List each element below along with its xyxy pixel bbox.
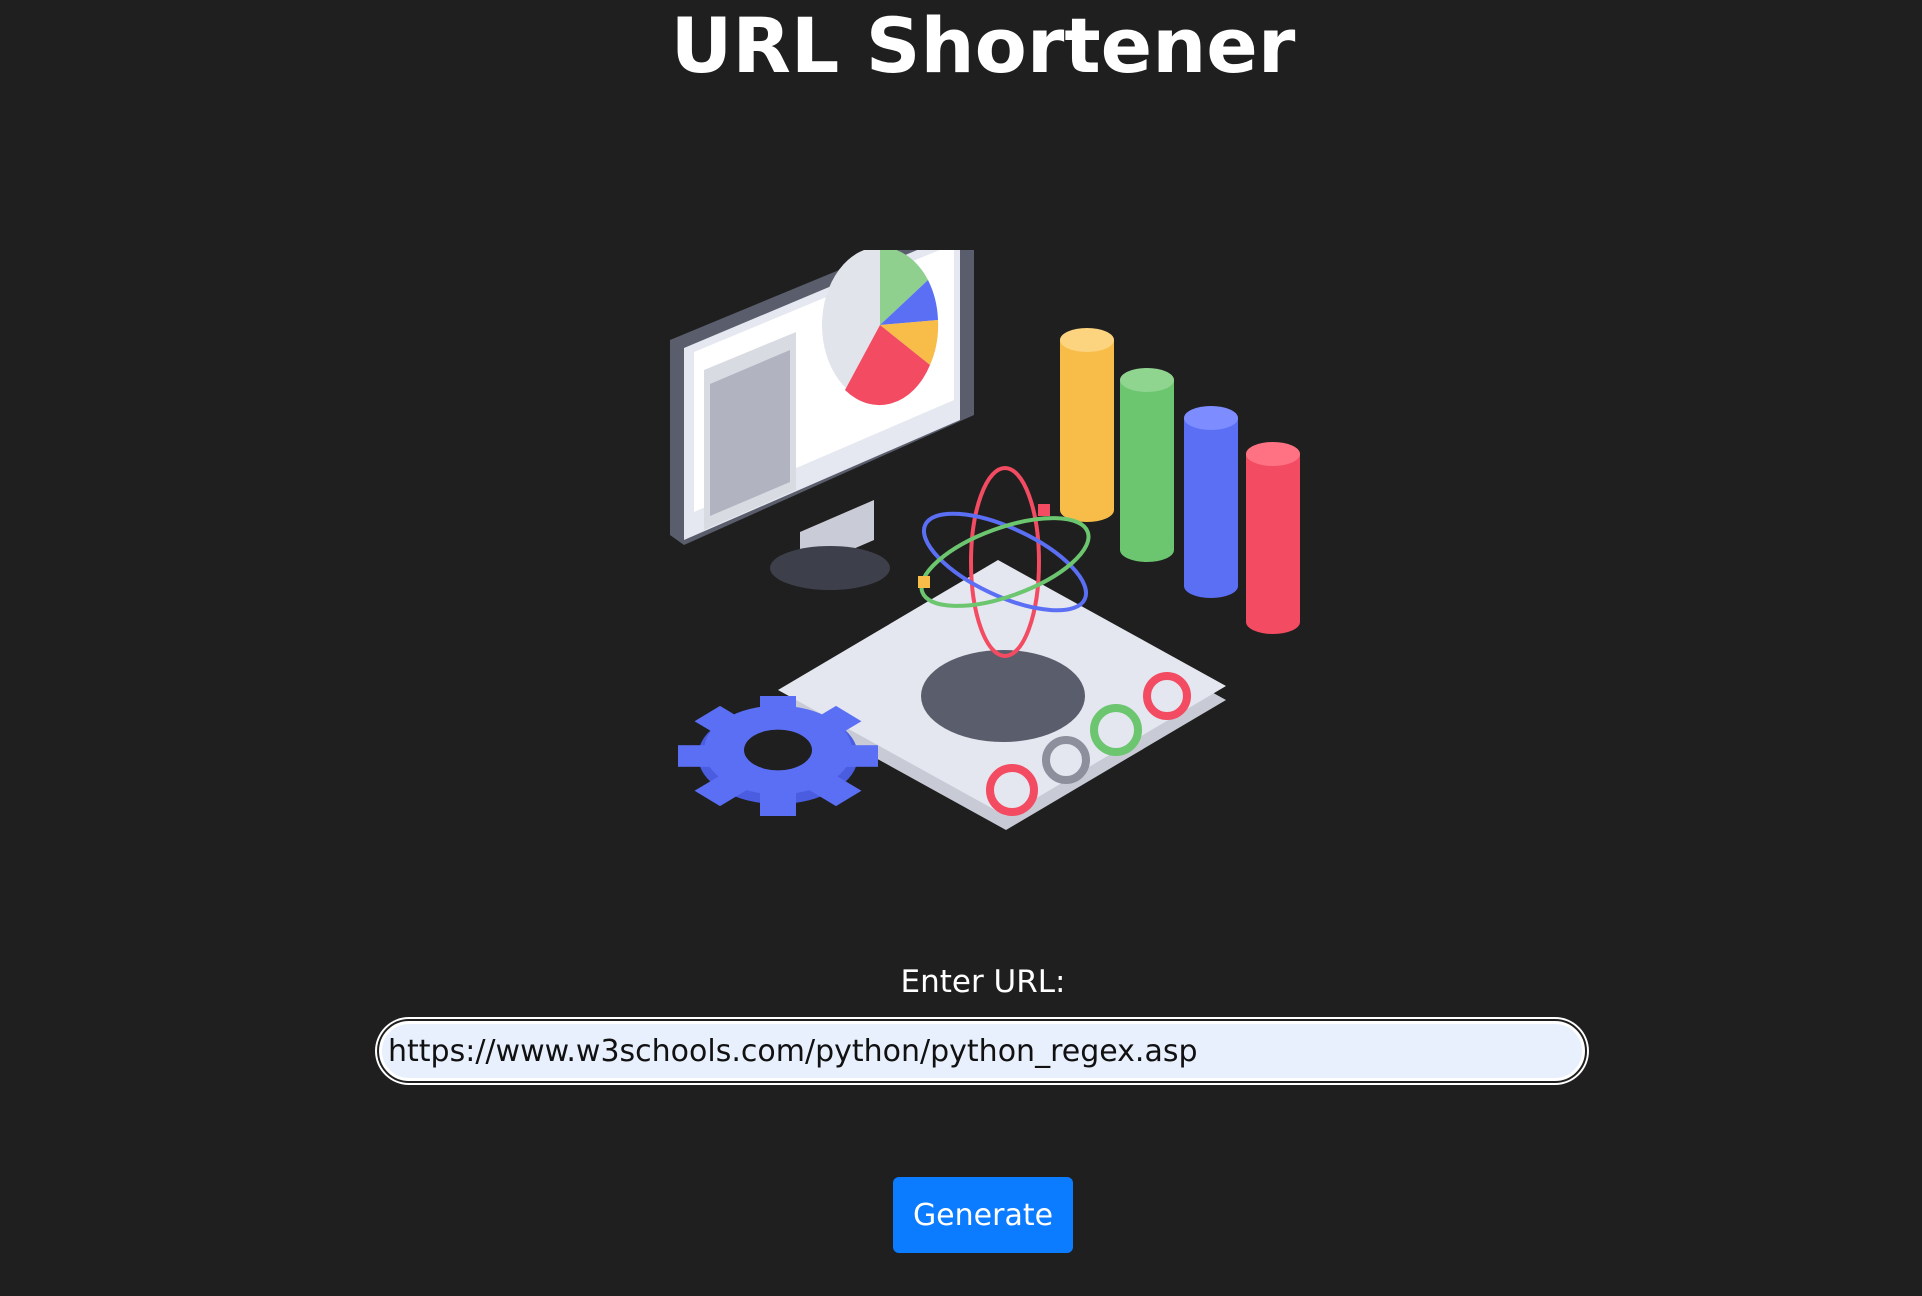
generate-button[interactable]: Generate: [893, 1177, 1073, 1253]
gear-icon: [678, 696, 878, 816]
url-label: Enter URL:: [900, 964, 1066, 1000]
page: URL Shortener Enter URL: https://www.w3s…: [0, 0, 1922, 1296]
bar-cylinders-icon: [1060, 328, 1300, 634]
analytics-illustration: [670, 250, 1300, 830]
monitor-base: [770, 546, 890, 590]
page-title: URL Shortener: [670, 1, 1296, 90]
url-input[interactable]: [377, 1019, 1587, 1083]
